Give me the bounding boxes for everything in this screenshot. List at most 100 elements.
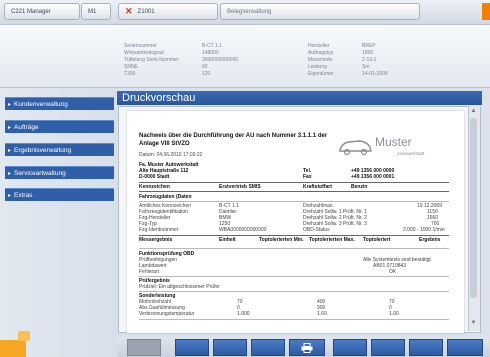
toolbar-button-back[interactable] xyxy=(127,339,161,356)
info-label: T300 xyxy=(124,71,136,77)
bullet-icon: ▸ xyxy=(8,147,12,154)
tab-belegverwaltung-label: Belegverwaltung xyxy=(227,8,272,15)
printer-icon xyxy=(301,342,313,353)
brand-corner-accent xyxy=(0,340,26,357)
bullet-icon: ▸ xyxy=(8,101,12,108)
sidebar-item-label: Kundenverwaltung xyxy=(14,100,68,108)
doc-rule xyxy=(139,248,449,249)
info-value: 60 xyxy=(202,64,208,70)
logo-name: Muster xyxy=(375,135,412,149)
scroll-up-icon[interactable]: ▲ xyxy=(470,108,477,116)
info-label: Wirksamkeitsgrad xyxy=(124,50,164,56)
tab-bar-accent xyxy=(482,3,490,20)
car-logo-icon xyxy=(339,140,372,156)
scrollbar-thumb[interactable] xyxy=(470,118,477,298)
toolbar-button-next-page[interactable] xyxy=(251,339,285,356)
info-value: B-CT 1.1 xyxy=(202,43,222,49)
scroll-down-icon[interactable]: ▼ xyxy=(470,320,477,328)
doc-cell: WBA0000000000000 xyxy=(219,227,267,233)
toolbar-button-first-page[interactable] xyxy=(175,339,209,356)
doc-fax-label: Fax xyxy=(303,174,312,180)
sidebar-item-kundenverwaltung[interactable]: ▸ Kundenverwaltung xyxy=(5,97,114,110)
doc-measure-header: Einheit xyxy=(219,237,236,243)
doc-row-header: Kraftstoffart xyxy=(303,184,332,190)
doc-cell: Verbrennungstemperatur xyxy=(139,311,195,317)
tab-suffix-label: M1 xyxy=(88,8,97,15)
doc-row-header: Kennzeichen xyxy=(139,184,170,190)
bullet-icon: ▸ xyxy=(8,192,12,199)
sidebar-item-ergebnisverwaltung[interactable]: ▸ Ergebnisverwaltung xyxy=(5,143,114,156)
doc-rule xyxy=(139,291,449,292)
info-label: Auftragstyp xyxy=(308,50,334,56)
info-value: 14-01-2009 xyxy=(362,71,388,77)
toolbar-button-zoom[interactable] xyxy=(333,339,367,356)
doc-measure-header: Toptolerierten Max. xyxy=(309,237,355,243)
sidebar: ▸ Kundenverwaltung ▸ Aufträge ▸ Ergebnis… xyxy=(0,88,117,357)
sidebar-item-extras[interactable]: ▸ Extras xyxy=(5,188,114,201)
doc-rule xyxy=(139,182,449,183)
doc-rule xyxy=(139,201,449,202)
doc-row-header: Erstvertrieb SMIS xyxy=(219,184,261,190)
info-label: Tüftelung Serie Nummer xyxy=(124,57,179,63)
doc-rule xyxy=(139,276,449,277)
vehicle-info-header: Seriennummer B-CT 1.1 Wirksamkeitsgrad 1… xyxy=(0,25,490,88)
tab-manager-label: C221 Manager xyxy=(11,8,51,15)
doc-section-title: Fahrzeugdaten (Daten xyxy=(139,194,192,200)
doc-heading-line1: Nachweis über die Durchführung der AU na… xyxy=(139,133,328,139)
toolbar-button-save[interactable] xyxy=(371,339,405,356)
brand-corner-accent-small xyxy=(18,331,30,341)
tab-z1001[interactable]: ✕ Z1001 xyxy=(118,3,218,20)
toolbar-button-prev-page[interactable] xyxy=(213,339,247,356)
info-value: 120 xyxy=(202,71,211,77)
toolbar-button-export[interactable] xyxy=(409,339,443,356)
tab-manager-suffix[interactable]: M1 xyxy=(81,3,111,20)
sidebar-item-label: Serviceartwaltung xyxy=(14,169,66,177)
document-preview-page: Nachweis über die Durchführung der AU na… xyxy=(127,111,464,333)
info-value: 2-13-1 xyxy=(362,57,377,63)
info-label: Messmodo xyxy=(308,57,333,63)
doc-cell: Fzg-Identnummer xyxy=(139,227,179,233)
bullet-icon: ▸ xyxy=(8,170,12,177)
page-title: Druckvorschau xyxy=(122,92,196,104)
sidebar-item-label: Extras xyxy=(14,191,33,199)
doc-cell: 1.60 xyxy=(317,311,327,317)
doc-cell: 2.000 - 1000 1/min xyxy=(403,227,445,233)
tab-belegverwaltung[interactable]: Belegverwaltung xyxy=(220,3,420,20)
info-value: Sm xyxy=(362,64,370,70)
doc-city: D-0000 Stadt xyxy=(139,174,170,180)
info-value: 3930000000000 xyxy=(202,57,239,63)
doc-fax: +49 1356 000 0001 xyxy=(351,174,395,180)
doc-cell: Prüfziel: Ein abgeschlossener Prüfer xyxy=(139,284,220,290)
tab-manager[interactable]: C221 Manager xyxy=(4,3,80,20)
doc-cell: OBD-Status xyxy=(303,227,330,233)
doc-cell: OK xyxy=(389,269,397,275)
tab-bar: C221 Manager M1 ✕ Z1001 Belegverwaltung xyxy=(0,0,490,25)
close-icon[interactable]: ✕ xyxy=(125,6,133,17)
info-value: 1950 xyxy=(362,50,374,56)
info-label: SNNE xyxy=(124,64,138,70)
doc-rule xyxy=(139,319,449,320)
doc-measure-header: Messergebnis xyxy=(139,237,173,243)
sidebar-item-auftraege[interactable]: ▸ Aufträge xyxy=(5,120,114,133)
info-value: 148000 xyxy=(202,50,219,56)
sidebar-item-label: Ergebnisverwaltung xyxy=(14,146,72,154)
sidebar-item-serviceartwaltung[interactable]: ▸ Serviceartwaltung xyxy=(5,166,114,179)
doc-measure-header: Toptoleriert xyxy=(363,237,391,243)
info-label: Hersteller xyxy=(308,43,330,49)
doc-date-line: Datum: 24.06.2010 17:03:22 xyxy=(139,152,203,158)
toolbar-button-print[interactable] xyxy=(289,339,325,356)
doc-measure-header: Toptolerierten Min. xyxy=(259,237,304,243)
doc-cell: 1.000 xyxy=(237,311,250,317)
toolbar-button-close[interactable] xyxy=(447,339,483,356)
info-label: Eigentümer xyxy=(308,71,334,77)
info-label: Leistung xyxy=(308,64,327,70)
doc-measure-header: Ergebnis xyxy=(419,237,441,243)
doc-cell: 1.00 xyxy=(389,311,399,317)
doc-row-header: Benzin xyxy=(351,184,368,190)
tab-z1001-label: Z1001 xyxy=(137,8,155,15)
info-value: BREP xyxy=(362,43,376,49)
doc-rule xyxy=(139,235,449,236)
logo-subtitle: Autowerkstatt xyxy=(397,151,425,156)
doc-cell: Fehlerart xyxy=(139,269,160,275)
sidebar-item-label: Aufträge xyxy=(14,123,39,131)
